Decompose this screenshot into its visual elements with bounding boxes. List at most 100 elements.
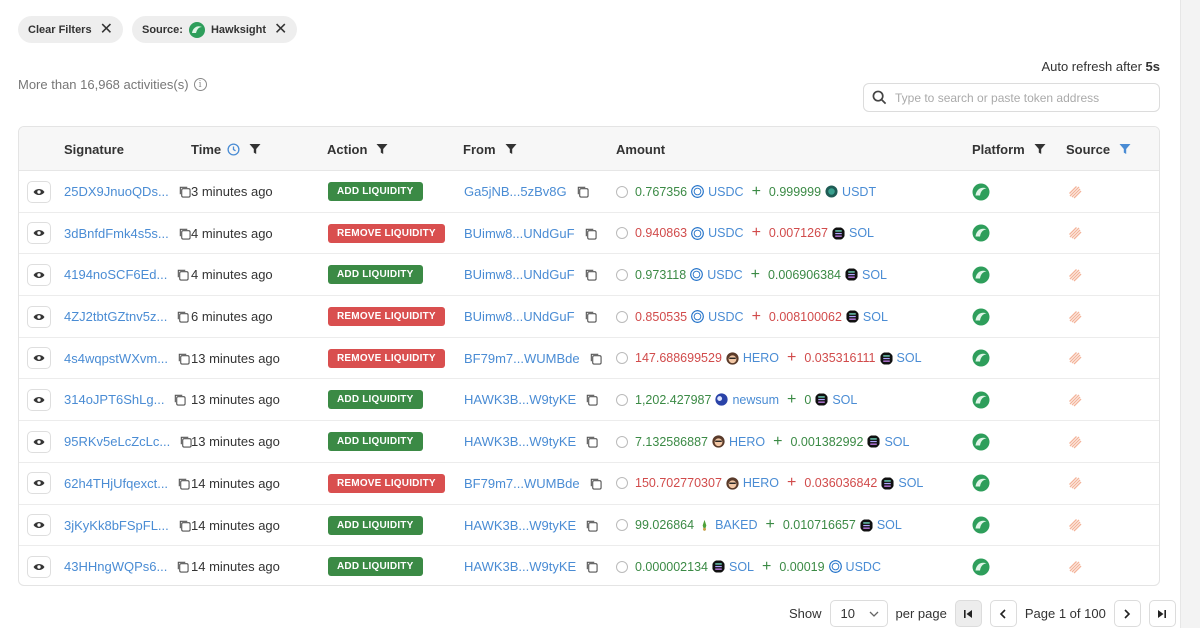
token-1-link[interactable]: HERO	[743, 476, 779, 490]
copy-icon[interactable]	[576, 435, 598, 448]
first-page-button[interactable]	[954, 600, 982, 627]
copy-icon[interactable]	[167, 268, 189, 282]
copy-icon[interactable]	[576, 393, 598, 407]
clear-filters-chip[interactable]: Clear Filters ✕	[18, 16, 123, 43]
view-details-button[interactable]	[27, 430, 51, 453]
copy-icon[interactable]	[576, 560, 598, 573]
source-filter-chip[interactable]: Source: Hawksight ✕	[132, 16, 298, 43]
copy-icon[interactable]	[169, 227, 191, 240]
token-1-link[interactable]: USDC	[708, 185, 743, 199]
source-icon[interactable]	[1067, 267, 1083, 283]
source-icon[interactable]	[1067, 434, 1083, 450]
filter-icon[interactable]	[249, 143, 261, 155]
copy-icon[interactable]	[169, 519, 191, 532]
from-address-link[interactable]: HAWK3B...W9tyKE	[464, 518, 576, 533]
copy-icon[interactable]	[580, 477, 602, 490]
hawksight-platform-icon[interactable]	[972, 558, 990, 576]
copy-icon[interactable]	[170, 435, 192, 448]
signature-link[interactable]: 25DX9JnuoQDs...	[64, 184, 169, 199]
search-input[interactable]	[895, 90, 1145, 105]
copy-icon[interactable]	[168, 477, 190, 490]
view-details-button[interactable]	[27, 263, 51, 286]
clock-icon[interactable]	[227, 142, 240, 156]
copy-icon[interactable]	[575, 268, 597, 282]
copy-icon[interactable]	[580, 352, 602, 365]
info-icon[interactable]: i	[193, 78, 207, 91]
copy-icon[interactable]	[576, 519, 598, 532]
source-icon[interactable]	[1067, 350, 1083, 366]
source-icon[interactable]	[1067, 225, 1083, 241]
token-1-link[interactable]: HERO	[743, 351, 779, 365]
source-icon[interactable]	[1067, 475, 1083, 491]
filter-active-icon[interactable]	[1119, 143, 1131, 155]
hawksight-platform-icon[interactable]	[972, 266, 990, 284]
from-address-link[interactable]: HAWK3B...W9tyKE	[464, 434, 576, 449]
previous-page-button[interactable]	[989, 600, 1017, 627]
token-2-link[interactable]: USDC	[846, 560, 881, 574]
token-1-link[interactable]: HERO	[729, 435, 765, 449]
view-details-button[interactable]	[27, 388, 51, 411]
token-1-link[interactable]: USDC	[707, 268, 742, 282]
token-2-link[interactable]: SOL	[849, 226, 874, 240]
signature-link[interactable]: 4ZJ2tbtGZtnv5z...	[64, 309, 167, 324]
view-details-button[interactable]	[27, 514, 51, 536]
token-1-link[interactable]: BAKED	[715, 518, 757, 532]
hawksight-platform-icon[interactable]	[972, 349, 990, 367]
signature-link[interactable]: 62h4THjUfqexct...	[64, 476, 168, 491]
hawksight-platform-icon[interactable]	[972, 433, 990, 451]
copy-icon[interactable]	[168, 352, 190, 365]
token-2-link[interactable]: SOL	[863, 310, 888, 324]
view-details-button[interactable]	[27, 305, 51, 328]
token-1-link[interactable]: SOL	[729, 560, 754, 574]
source-icon[interactable]	[1067, 184, 1083, 200]
signature-link[interactable]: 3jKyKk8bFSpFL...	[64, 518, 169, 533]
filter-icon[interactable]	[376, 143, 388, 155]
token-2-link[interactable]: SOL	[832, 393, 857, 407]
from-address-link[interactable]: BUimw8...UNdGuF	[464, 226, 575, 241]
signature-link[interactable]: 95RKv5eLcZcLc...	[64, 434, 170, 449]
from-address-link[interactable]: BF79m7...WUMBde	[464, 476, 580, 491]
from-address-link[interactable]: BF79m7...WUMBde	[464, 351, 580, 366]
filter-icon[interactable]	[1034, 143, 1046, 155]
signature-link[interactable]: 314oJPT6ShLg...	[64, 392, 164, 407]
hawksight-platform-icon[interactable]	[972, 183, 990, 201]
source-icon[interactable]	[1067, 309, 1083, 325]
token-2-link[interactable]: USDT	[842, 185, 876, 199]
copy-icon[interactable]	[169, 185, 191, 198]
view-details-button[interactable]	[27, 222, 51, 245]
copy-icon[interactable]	[567, 185, 589, 198]
signature-link[interactable]: 43HHngWQPs6...	[64, 559, 167, 574]
view-details-button[interactable]	[27, 347, 51, 370]
hawksight-platform-icon[interactable]	[972, 516, 990, 534]
token-1-link[interactable]: USDC	[708, 226, 743, 240]
hawksight-platform-icon[interactable]	[972, 224, 990, 242]
copy-icon[interactable]	[167, 310, 189, 323]
last-page-button[interactable]	[1148, 600, 1176, 627]
source-icon[interactable]	[1067, 559, 1083, 575]
token-1-link[interactable]: USDC	[708, 310, 743, 324]
close-icon[interactable]: ✕	[274, 21, 287, 38]
token-2-link[interactable]: SOL	[898, 476, 923, 490]
copy-icon[interactable]	[575, 227, 597, 240]
from-address-link[interactable]: HAWK3B...W9tyKE	[464, 392, 576, 407]
token-2-link[interactable]: SOL	[897, 351, 922, 365]
view-details-button[interactable]	[27, 180, 51, 203]
token-2-link[interactable]: SOL	[884, 435, 909, 449]
source-icon[interactable]	[1067, 517, 1083, 533]
source-icon[interactable]	[1067, 392, 1083, 408]
close-icon[interactable]: ✕	[100, 21, 113, 38]
search-box[interactable]	[863, 83, 1160, 112]
filter-icon[interactable]	[505, 143, 517, 155]
from-address-link[interactable]: BUimw8...UNdGuF	[464, 267, 575, 282]
from-address-link[interactable]: BUimw8...UNdGuF	[464, 309, 575, 324]
copy-icon[interactable]	[575, 310, 597, 323]
next-page-button[interactable]	[1113, 600, 1141, 627]
hawksight-platform-icon[interactable]	[972, 308, 990, 326]
page-size-select[interactable]: 10	[829, 600, 888, 627]
signature-link[interactable]: 3dBnfdFmk4s5s...	[64, 226, 169, 241]
signature-link[interactable]: 4194noSCF6Ed...	[64, 267, 167, 282]
hawksight-platform-icon[interactable]	[972, 391, 990, 409]
copy-icon[interactable]	[164, 393, 187, 407]
view-details-button[interactable]	[27, 555, 51, 578]
signature-link[interactable]: 4s4wqpstWXvm...	[64, 351, 168, 366]
